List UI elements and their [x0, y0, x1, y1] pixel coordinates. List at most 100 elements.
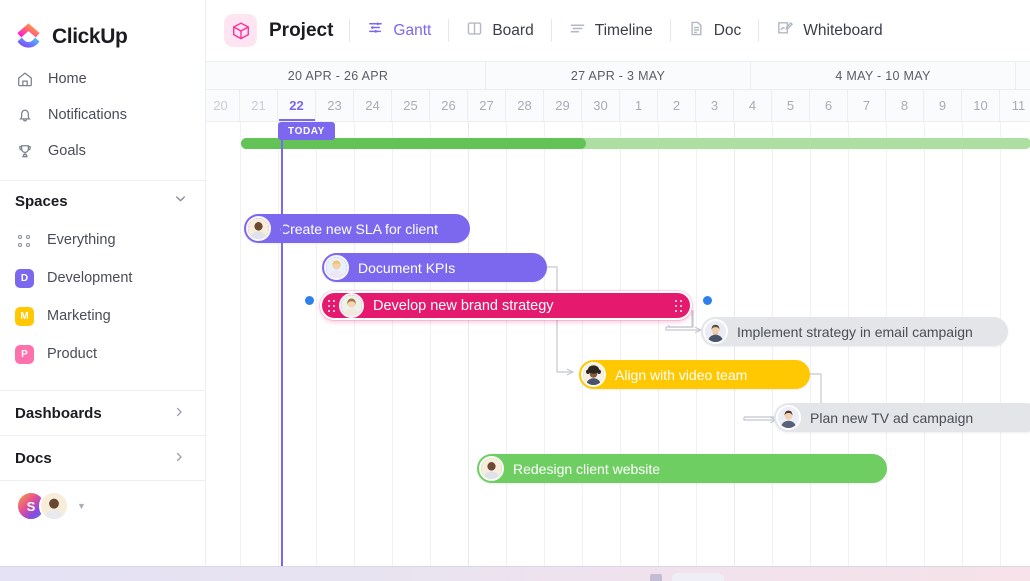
- primary-nav: Home Notifications Goals: [0, 56, 205, 169]
- day-cell[interactable]: 2: [658, 90, 696, 121]
- tab-label: Whiteboard: [803, 21, 883, 39]
- day-cell[interactable]: 1: [620, 90, 658, 121]
- week-label: 4 MAY - 10 MAY: [751, 62, 1016, 90]
- avatar[interactable]: [339, 293, 364, 318]
- task-title: Redesign client website: [513, 460, 661, 477]
- gantt-timescale-header: 20 APR - 26 APR 27 APR - 3 MAY 4 MAY - 1…: [206, 62, 1030, 122]
- space-label: Product: [47, 346, 97, 362]
- day-cell[interactable]: 3: [696, 90, 734, 121]
- day-cell[interactable]: 8: [886, 90, 924, 121]
- board-icon: [466, 20, 483, 42]
- sidebar-item-label: Home: [48, 71, 87, 87]
- day-cell[interactable]: 28: [506, 90, 544, 121]
- bottom-toolbar-strip[interactable]: [0, 566, 1030, 581]
- home-icon: [15, 70, 34, 89]
- day-cell-today[interactable]: 22: [278, 90, 316, 121]
- day-cell[interactable]: 30: [582, 90, 620, 121]
- gantt-canvas[interactable]: TODAY Create new SLA for client Document…: [206, 122, 1030, 581]
- tab-gantt[interactable]: Gantt: [350, 0, 448, 62]
- tab-label: Timeline: [594, 21, 653, 39]
- day-cell[interactable]: 27: [468, 90, 506, 121]
- sidebar-item-home[interactable]: Home: [0, 61, 205, 97]
- tab-label: Board: [492, 21, 534, 39]
- tab-board[interactable]: Board: [449, 0, 550, 62]
- day-cell[interactable]: 4: [734, 90, 772, 121]
- dependency-dot-right[interactable]: [703, 296, 712, 305]
- day-cell[interactable]: 6: [810, 90, 848, 121]
- view-tabbar: Project Gantt Board Timeline Doc Whitebo…: [206, 0, 1030, 62]
- dependency-dot-left[interactable]: [305, 296, 314, 305]
- day-row: 20 21 22 23 24 25 26 27 28 29 30 1 2 3 4…: [206, 90, 1030, 121]
- task-title: Plan new TV ad campaign: [810, 409, 974, 426]
- dashboards-label: Dashboards: [15, 404, 102, 422]
- sidebar-item-marketing[interactable]: M Marketing: [0, 297, 205, 335]
- tab-timeline[interactable]: Timeline: [552, 0, 670, 62]
- day-cell[interactable]: 10: [962, 90, 1000, 121]
- sidebar-item-goals[interactable]: Goals: [0, 133, 205, 169]
- sidebar-item-dashboards[interactable]: Dashboards: [0, 390, 205, 435]
- week-label: 27 APR - 3 MAY: [486, 62, 751, 90]
- task-bar[interactable]: Redesign client website: [477, 454, 887, 483]
- chevron-right-icon: [172, 450, 186, 467]
- sidebar-item-notifications[interactable]: Notifications: [0, 97, 205, 133]
- task-bar-selected[interactable]: Develop new brand strategy: [320, 291, 692, 320]
- task-title: Align with video team: [615, 366, 748, 383]
- tab-label: Doc: [713, 21, 742, 39]
- day-cell[interactable]: 25: [392, 90, 430, 121]
- day-cell[interactable]: 26: [430, 90, 468, 121]
- app-logo[interactable]: ClickUp: [0, 0, 205, 56]
- task-title: Develop new brand strategy: [373, 297, 554, 314]
- day-cell[interactable]: 29: [544, 90, 582, 121]
- today-underline: [279, 119, 315, 121]
- drag-handle-right[interactable]: [674, 299, 684, 313]
- task-bar[interactable]: Document KPIs: [322, 253, 547, 282]
- spaces-title: Spaces: [15, 192, 68, 210]
- task-bar[interactable]: Create new SLA for client: [244, 214, 470, 243]
- sidebar: ClickUp Home Notifications Goals Spaces …: [0, 0, 206, 581]
- day-cell[interactable]: 20: [206, 90, 240, 121]
- toolbar-pill[interactable]: [672, 573, 724, 581]
- sidebar-avatar-group[interactable]: S ▼: [0, 480, 205, 521]
- space-badge-marketing: M: [15, 306, 34, 326]
- sidebar-item-product[interactable]: P Product: [0, 335, 205, 373]
- caret-down-icon[interactable]: ▼: [77, 501, 86, 511]
- project-name: Project: [269, 19, 334, 41]
- avatar[interactable]: [246, 216, 271, 241]
- toolbar-icon[interactable]: [650, 574, 662, 581]
- space-label: Development: [47, 270, 133, 286]
- day-cell[interactable]: 24: [354, 90, 392, 121]
- avatar[interactable]: [324, 255, 349, 280]
- trophy-icon: [15, 142, 34, 161]
- task-title: Create new SLA for client: [280, 220, 438, 237]
- chevron-down-icon[interactable]: [173, 191, 188, 211]
- day-cell[interactable]: 23: [316, 90, 354, 121]
- doc-icon: [688, 20, 705, 42]
- tab-whiteboard[interactable]: Whiteboard: [759, 0, 899, 62]
- day-cell[interactable]: 11: [1000, 90, 1030, 121]
- tab-doc[interactable]: Doc: [671, 0, 759, 62]
- day-cell[interactable]: 21: [240, 90, 278, 121]
- project-header[interactable]: Project: [224, 14, 349, 47]
- dependency-connectors: [547, 266, 822, 581]
- sidebar-item-docs[interactable]: Docs: [0, 435, 205, 480]
- cube-icon: [224, 14, 257, 47]
- spaces-section-header[interactable]: Spaces: [0, 181, 205, 221]
- day-cell[interactable]: 9: [924, 90, 962, 121]
- drag-handle-left[interactable]: [327, 299, 337, 313]
- day-cell[interactable]: 5: [772, 90, 810, 121]
- clickup-logo-icon: [14, 22, 43, 51]
- sidebar-item-everything[interactable]: Everything: [0, 221, 205, 259]
- avatar[interactable]: [776, 405, 801, 430]
- avatar[interactable]: [479, 456, 504, 481]
- task-bar[interactable]: Implement strategy in email campaign: [701, 317, 1008, 346]
- avatar[interactable]: [703, 319, 728, 344]
- sidebar-item-development[interactable]: D Development: [0, 259, 205, 297]
- avatar-stack[interactable]: S: [16, 491, 69, 521]
- task-bar[interactable]: Plan new TV ad campaign: [774, 403, 1030, 432]
- avatar[interactable]: [581, 362, 606, 387]
- day-cell[interactable]: 7: [848, 90, 886, 121]
- chevron-right-icon: [172, 405, 186, 422]
- avatar-photo[interactable]: [39, 491, 69, 521]
- task-bar[interactable]: Align with video team: [579, 360, 810, 389]
- space-label: Marketing: [47, 308, 111, 324]
